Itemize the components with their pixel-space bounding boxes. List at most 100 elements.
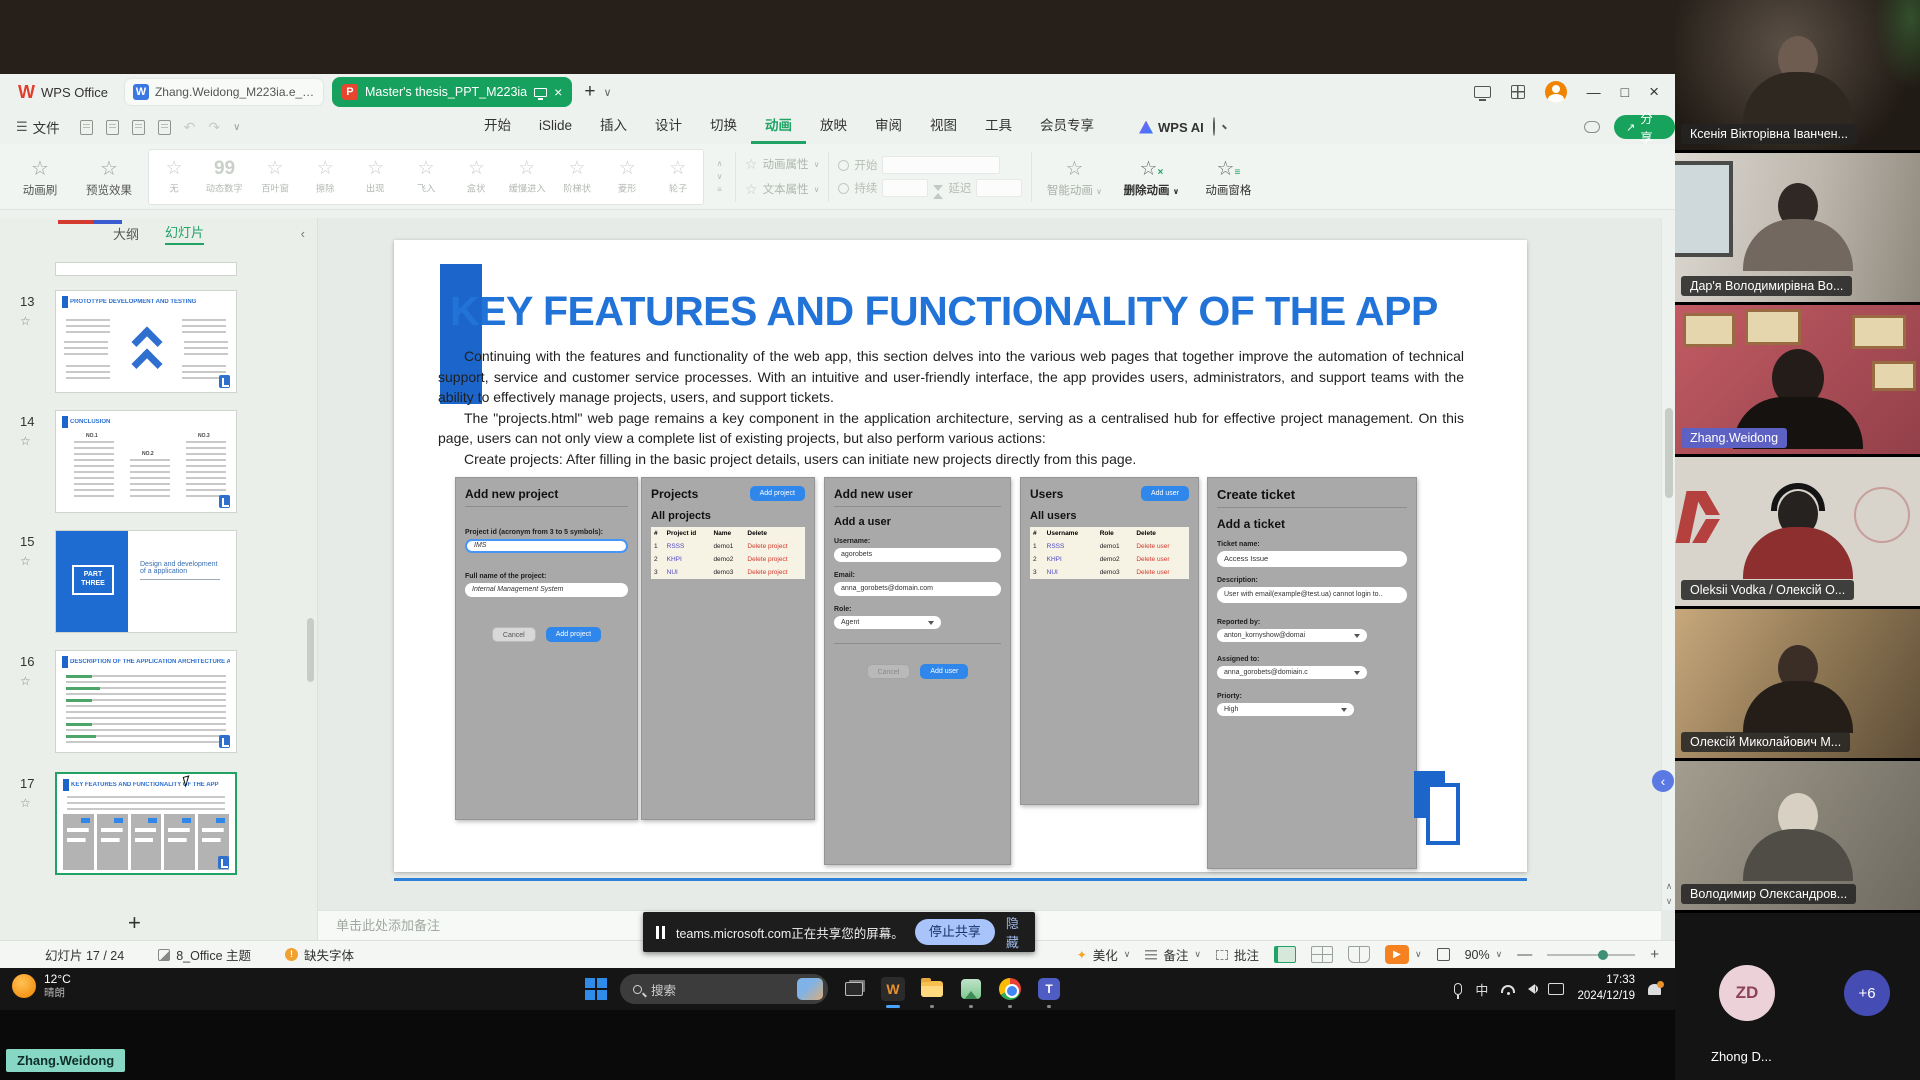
participant-overflow-tile[interactable]: ZD Zhong D... +6 <box>1675 913 1920 1080</box>
stop-sharing-button[interactable]: 停止共享 <box>915 919 995 945</box>
weather-widget[interactable]: 12°C 晴朗 <box>12 972 71 1000</box>
thumbnail-slide-12-partial[interactable] <box>55 262 237 276</box>
ribbon-tab[interactable]: 审阅 <box>861 110 916 144</box>
slide-sorter-view-button[interactable] <box>1311 946 1333 963</box>
output-icon[interactable] <box>106 120 119 135</box>
taskbar-search[interactable]: 搜索 <box>620 974 828 1004</box>
participant-video[interactable]: Дар'я Володимирівна Во... <box>1675 153 1920 302</box>
minimize-button[interactable]: — <box>1587 84 1601 100</box>
animation-effect-item[interactable]: ☆ 缓慢进入 <box>502 157 552 196</box>
remove-animation-button[interactable]: ☆× 删除动画 ∨ <box>1116 156 1186 198</box>
file-menu[interactable]: ☰ 文件 <box>16 117 60 137</box>
tab-list-dropdown[interactable]: ∨ <box>603 86 611 99</box>
more-participants-badge[interactable]: +6 <box>1844 970 1890 1016</box>
animation-effect-item[interactable]: ☆ 无 <box>149 157 199 196</box>
tab-slides[interactable]: 幻灯片 <box>165 222 204 245</box>
gallery-scroll-buttons[interactable]: ∧ ∨ ≡ <box>713 149 726 205</box>
ribbon-tab[interactable]: 插入 <box>586 110 641 144</box>
taskbar-photos-app[interactable] <box>958 976 984 1002</box>
thumbnail-slide-13[interactable]: PROTOTYPE DEVELOPMENT AND TESTING <box>55 290 237 393</box>
normal-view-button[interactable] <box>1274 946 1296 963</box>
tab-presentation-active[interactable]: P Master's thesis_PPT_M223ia × <box>332 77 572 107</box>
taskbar-wps-app[interactable]: W <box>880 976 906 1002</box>
new-tab-button[interactable]: + <box>584 81 595 103</box>
animation-effect-item[interactable]: ☆ 飞入 <box>401 157 451 196</box>
text-properties-button[interactable]: ☆ 文本属性 ∨ <box>745 181 819 198</box>
panel-collapse-icon[interactable]: ‹ <box>301 226 305 241</box>
animation-painter-button[interactable]: ☆ 动画刷 <box>10 156 70 198</box>
ribbon-tab[interactable]: 开始 <box>470 110 525 144</box>
smart-animation-button[interactable]: ☆ 智能动画 ∨ <box>1041 156 1107 198</box>
animation-effect-item[interactable]: ☆ 阶梯状 <box>552 157 602 196</box>
thumbnail-slide-15[interactable]: PART THREE Design and development of a a… <box>55 530 237 633</box>
apps-grid-icon[interactable] <box>1511 85 1525 99</box>
thumbnail-slide-14[interactable]: CONCLUSION NO.1 NO.2 NO.3 <box>55 410 237 513</box>
start-dropdown[interactable] <box>882 156 1000 174</box>
ribbon-tab[interactable]: iSlide <box>525 110 586 144</box>
participant-video[interactable]: Ксенія Вікторівна Іванчен... <box>1675 0 1920 150</box>
star-icon[interactable]: ☆ <box>20 796 31 810</box>
animation-pane-button[interactable]: ☆≡ 动画窗格 <box>1195 156 1261 198</box>
share-button[interactable]: ↗ 分享 <box>1614 115 1675 139</box>
ribbon-tab[interactable]: 设计 <box>641 110 696 144</box>
animation-effect-item[interactable]: ☆ 百叶窗 <box>250 157 300 196</box>
taskbar-teams[interactable]: T <box>1036 976 1062 1002</box>
battery-icon[interactable] <box>1548 983 1564 995</box>
ribbon-tab[interactable]: 会员专享 <box>1026 110 1108 144</box>
save-icon[interactable] <box>80 120 93 135</box>
next-slide-icon[interactable]: ∨ <box>1662 894 1676 908</box>
zoom-slider[interactable] <box>1547 954 1635 956</box>
fit-slide-button[interactable] <box>1437 948 1450 961</box>
start-button[interactable] <box>585 978 607 1000</box>
preview-icon[interactable] <box>158 120 171 135</box>
gallery-more-icon[interactable]: ≡ <box>717 185 722 194</box>
zoom-out-button[interactable]: — <box>1517 946 1532 963</box>
search-button[interactable] <box>1213 118 1215 136</box>
close-button[interactable]: × <box>1649 82 1659 102</box>
taskbar-file-explorer[interactable] <box>919 976 945 1002</box>
participant-video[interactable]: Володимир Олександров... <box>1675 761 1920 910</box>
taskbar-chrome[interactable] <box>997 976 1023 1002</box>
task-view-button[interactable] <box>841 976 867 1002</box>
hide-bar-button[interactable]: 隐藏 <box>1006 913 1022 951</box>
animation-effect-item[interactable]: ☆ 轮子 <box>653 157 703 196</box>
participant-video[interactable]: Oleksii Vodka / Олексій О... <box>1675 457 1920 606</box>
slide-canvas[interactable]: KEY FEATURES AND FUNCTIONALITY OF THE AP… <box>394 240 1527 872</box>
previous-slide-icon[interactable]: ∧ <box>1662 879 1676 893</box>
notifications-icon[interactable] <box>1648 984 1661 995</box>
taskbar-clock[interactable]: 17:33 2024/12/19 <box>1577 973 1635 1004</box>
ribbon-tab[interactable]: 工具 <box>971 110 1026 144</box>
animation-effect-item[interactable]: ☆ 擦除 <box>300 157 350 196</box>
integration-mode-icon[interactable] <box>1474 86 1491 98</box>
slideshow-button[interactable]: ▶ ∨ <box>1385 945 1422 964</box>
ribbon-tab[interactable]: 放映 <box>806 110 861 144</box>
animation-effect-item[interactable]: ☆ 菱形 <box>602 157 652 196</box>
volume-icon[interactable] <box>1528 984 1535 994</box>
wifi-icon[interactable] <box>1501 985 1515 993</box>
participant-video[interactable]: Zhang.Weidong <box>1675 305 1920 454</box>
add-slide-button[interactable]: + <box>128 910 141 936</box>
wps-ai-button[interactable]: WPS AI <box>1139 120 1204 135</box>
editor-scrollbar[interactable]: ∧ ∨ <box>1661 218 1675 910</box>
thumbnail-slide-16[interactable]: DESCRIPTION OF THE APPLICATION ARCHITECT… <box>55 650 237 753</box>
account-avatar[interactable] <box>1545 81 1567 103</box>
redo-icon[interactable]: ↷ <box>208 119 220 136</box>
missing-font-warning[interactable]: ! 缺失字体 <box>285 945 354 964</box>
ribbon-tab[interactable]: 视图 <box>916 110 971 144</box>
undo-icon[interactable]: ↶ <box>184 119 196 136</box>
star-icon[interactable]: ☆ <box>20 554 31 568</box>
maximize-button[interactable]: □ <box>1621 84 1629 100</box>
cloud-sync-icon[interactable] <box>1584 121 1600 133</box>
duration-input[interactable] <box>882 179 928 197</box>
tab-outline[interactable]: 大纲 <box>113 224 139 243</box>
ribbon-tab[interactable]: 动画 <box>751 110 806 144</box>
animation-effect-item[interactable]: 99 动态数字 <box>199 157 249 196</box>
zoom-slider-knob[interactable] <box>1598 950 1608 960</box>
participant-video[interactable]: Олексій Миколайович М... <box>1675 609 1920 758</box>
animation-properties-button[interactable]: ☆ 动画属性 ∨ <box>745 156 819 173</box>
print-icon[interactable] <box>132 120 145 135</box>
star-icon[interactable]: ☆ <box>20 314 31 328</box>
microphone-icon[interactable] <box>1454 983 1462 995</box>
zoom-in-button[interactable]: + <box>1650 946 1659 963</box>
beautify-button[interactable]: ✦ 美化 ∨ <box>1077 945 1131 964</box>
